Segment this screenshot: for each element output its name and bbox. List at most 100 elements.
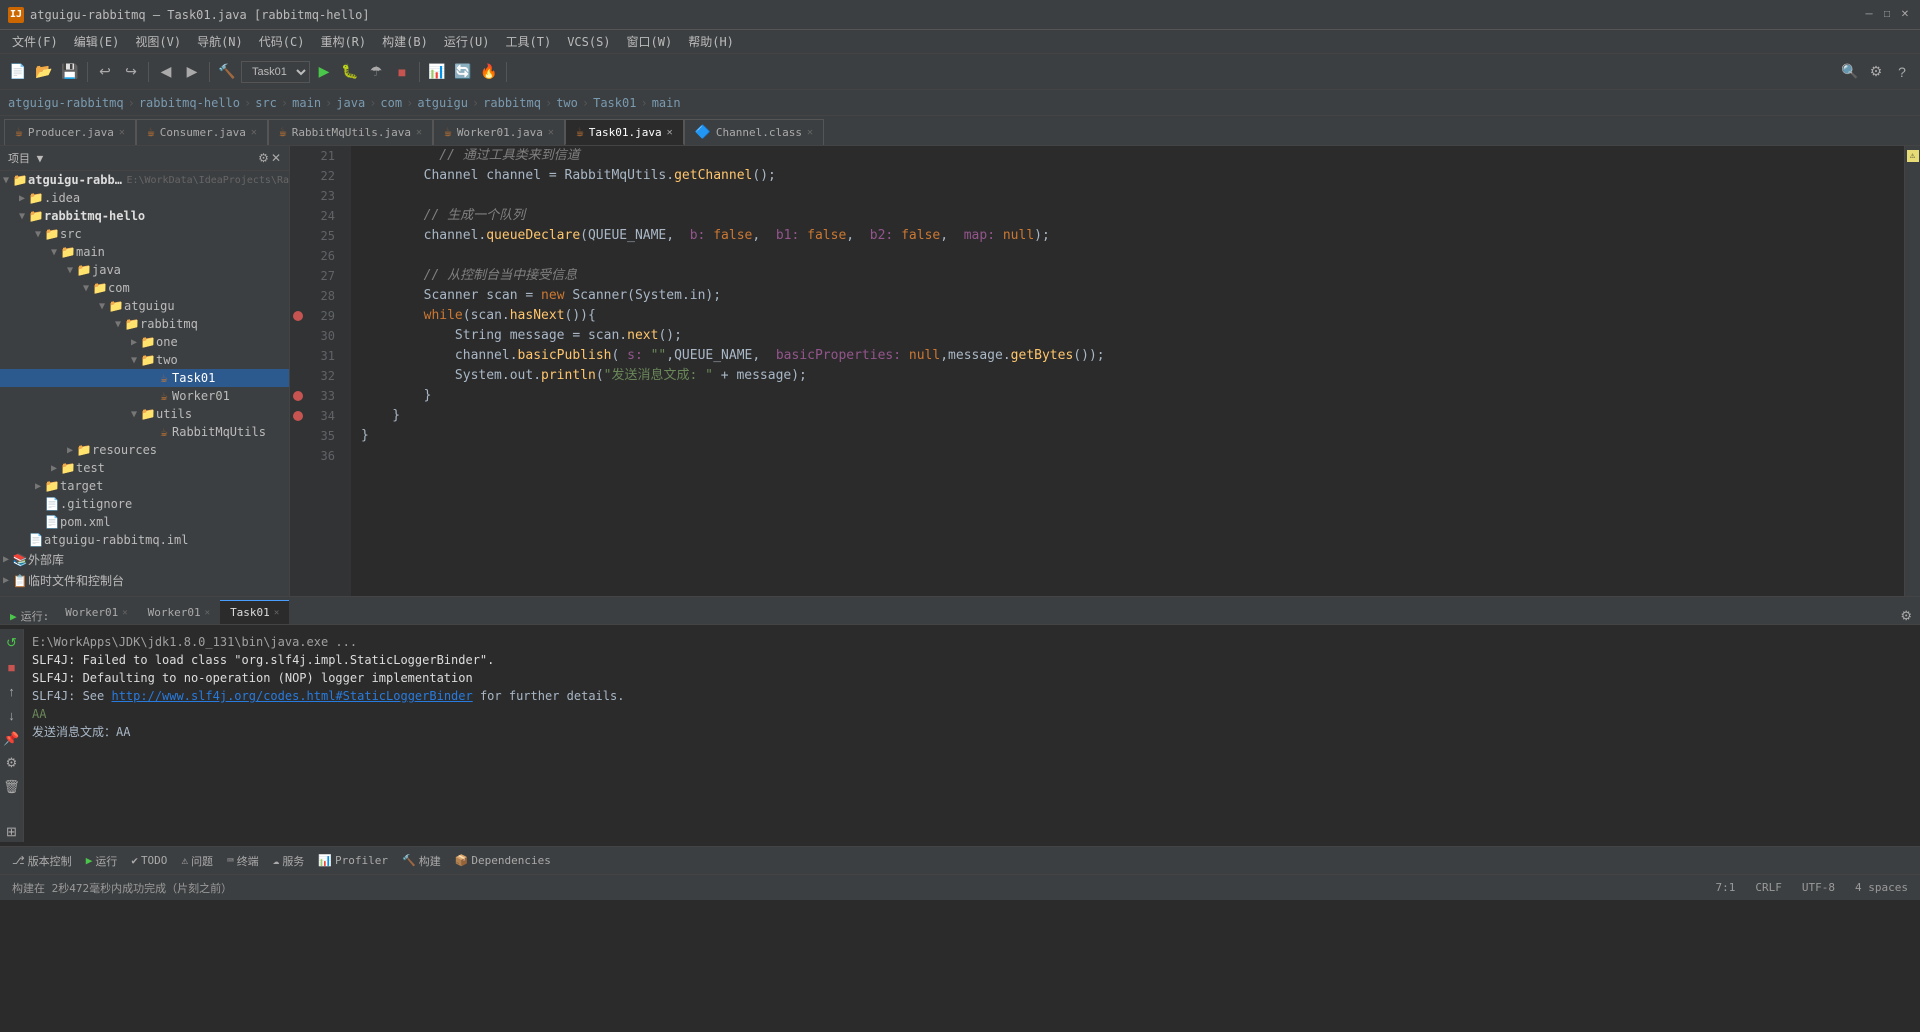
tab-task01-close[interactable]: ✕ [667,127,673,138]
tab-channel-close[interactable]: ✕ [807,127,813,138]
breadcrumb-src[interactable]: src [255,96,277,110]
breadcrumb-main[interactable]: main [292,96,321,110]
toolbar-build[interactable]: 🔨 [215,60,239,84]
tree-item-external-libs[interactable]: ▶ 📚 外部库 [0,549,289,570]
run-config-dropdown[interactable]: Task01 [241,61,310,83]
breadcrumb-com[interactable]: com [380,96,402,110]
tree-item-task01[interactable]: ☕ Task01 [0,369,289,387]
toolbar-forward[interactable]: ▶ [180,60,204,84]
tree-item-one[interactable]: ▶ 📁 one [0,333,289,351]
bottom-tab-worker01-1-close[interactable]: ✕ [122,608,127,618]
toolbar-todo[interactable]: ✔ TODO [125,852,173,869]
tree-item-utils[interactable]: ▼ 📁 utils [0,405,289,423]
tree-item-worker01[interactable]: ☕ Worker01 [0,387,289,405]
bp-34[interactable] [290,406,306,426]
menu-window[interactable]: 窗口(W) [619,31,681,52]
tab-task01[interactable]: ☕ Task01.java ✕ [565,119,684,145]
window-controls[interactable]: ─ □ ✕ [1862,8,1912,22]
toolbar-run-coverage[interactable]: ☂ [364,60,388,84]
tab-consumer-close[interactable]: ✕ [251,127,257,138]
tree-item-pomxml[interactable]: 📄 pom.xml [0,513,289,531]
tab-channel-class[interactable]: 🔷 Channel.class ✕ [684,119,824,145]
console-pin-button[interactable]: 📌 [2,729,22,749]
toolbar-help[interactable]: ? [1890,60,1914,84]
encoding[interactable]: UTF-8 [1798,881,1839,894]
tree-item-com[interactable]: ▼ 📁 com [0,279,289,297]
code-text-area[interactable]: // 通过工具类来到信道 Channel channel = RabbitMqU… [351,146,1904,596]
toolbar-undo[interactable]: ↩ [93,60,117,84]
toolbar-stop[interactable]: ■ [390,60,414,84]
toolbar-services[interactable]: ☁ 服务 [267,851,311,871]
toolbar-debug[interactable]: 🐛 [338,60,362,84]
menu-tools[interactable]: 工具(T) [498,31,560,52]
breadcrumb-method[interactable]: main [652,96,681,110]
toolbar-run-tab[interactable]: ▶ 运行 [80,851,124,871]
bottom-tab-worker01-1[interactable]: Worker01 ✕ [55,600,137,624]
toolbar-run[interactable]: ▶ [312,60,336,84]
toolbar-new-file[interactable]: 📄 [6,60,30,84]
tree-item-two[interactable]: ▼ 📁 two [0,351,289,369]
tree-item-scratches[interactable]: ▶ 📋 临时文件和控制台 [0,570,289,591]
menu-vcs[interactable]: VCS(S) [559,33,618,51]
menu-file[interactable]: 文件(F) [4,31,66,52]
bp-29[interactable] [290,306,306,326]
toolbar-redo[interactable]: ↪ [119,60,143,84]
bottom-tab-worker01-2-close[interactable]: ✕ [205,608,210,618]
tab-producer-close[interactable]: ✕ [119,127,125,138]
tree-item-rabbitmq[interactable]: ▼ 📁 rabbitmq [0,315,289,333]
minimize-button[interactable]: ─ [1862,8,1876,22]
toolbar-settings[interactable]: ⚙ [1864,60,1888,84]
code-editor[interactable]: 21 22 23 24 25 26 27 28 29 30 31 32 33 3… [290,146,1920,596]
menu-build[interactable]: 构建(B) [374,31,436,52]
tree-item-idea[interactable]: ▶ 📁 .idea [0,189,289,207]
tree-item-src[interactable]: ▼ 📁 src [0,225,289,243]
tab-rabbitmqutils-close[interactable]: ✕ [416,127,422,138]
toolbar-version-control[interactable]: ⎇ 版本控制 [6,851,78,871]
toolbar-save[interactable]: 💾 [58,60,82,84]
toolbar-back[interactable]: ◀ [154,60,178,84]
menu-refactor[interactable]: 重构(R) [312,31,374,52]
tab-producer[interactable]: ☕ Producer.java ✕ [4,119,136,145]
console-settings-button[interactable]: ⚙ [2,753,22,773]
breadcrumb-project[interactable]: atguigu-rabbitmq [8,96,124,110]
menu-help[interactable]: 帮助(H) [680,31,742,52]
warning-indicator[interactable]: ⚠ [1907,150,1919,162]
toolbar-terminal[interactable]: ⌨ 终端 [221,851,265,871]
bottom-tab-worker01-2[interactable]: Worker01 ✕ [138,600,220,624]
tree-item-rabbitmq-hello[interactable]: ▼ 📁 rabbitmq-hello [0,207,289,225]
toolbar-profile[interactable]: 📊 [425,60,449,84]
tree-item-gitignore[interactable]: 📄 .gitignore [0,495,289,513]
bp-33[interactable] [290,386,306,406]
console-scroll-down-button[interactable]: ↓ [2,705,22,725]
toolbar-profiler[interactable]: 📊 Profiler [312,852,394,869]
menu-navigate[interactable]: 导航(N) [189,31,251,52]
tab-worker01[interactable]: ☕ Worker01.java ✕ [433,119,565,145]
tab-worker01-close[interactable]: ✕ [548,127,554,138]
bottom-tab-task01[interactable]: Task01 ✕ [220,600,289,624]
console-clear-button[interactable]: 🗑 [2,777,22,797]
breadcrumb-module[interactable]: rabbitmq-hello [139,96,240,110]
breadcrumb-java[interactable]: java [336,96,365,110]
toolbar-reload[interactable]: 🔄 [451,60,475,84]
close-button[interactable]: ✕ [1898,8,1912,22]
tree-item-target[interactable]: ▶ 📁 target [0,477,289,495]
tree-item-rabbitmqutils[interactable]: ☕ RabbitMqUtils [0,423,289,441]
toolbar-build-tab[interactable]: 🔨 构建 [396,851,447,871]
breadcrumb-task01[interactable]: Task01 [593,96,636,110]
console-layout-button[interactable]: ⊞ [2,822,22,842]
tree-item-root[interactable]: ▼ 📁 atguigu-rabbitmq E:\WorkData\IdeaPro… [0,171,289,189]
tree-item-test[interactable]: ▶ 📁 test [0,459,289,477]
toolbar-problems[interactable]: ⚠ 问题 [175,851,219,871]
tree-item-java[interactable]: ▼ 📁 java [0,261,289,279]
menu-code[interactable]: 代码(C) [251,31,313,52]
menu-view[interactable]: 视图(V) [127,31,189,52]
toolbar-dependencies[interactable]: 📦 Dependencies [449,852,557,869]
breadcrumb-rabbitmq[interactable]: rabbitmq [483,96,541,110]
console-scroll-up-button[interactable]: ↑ [2,681,22,701]
sidebar-close-button[interactable]: ✕ [271,151,281,165]
tree-item-atguigu[interactable]: ▼ 📁 atguigu [0,297,289,315]
console-rerun-button[interactable]: ↺ [2,633,22,653]
bottom-settings-button[interactable]: ⚙ [1900,608,1912,624]
tree-item-iml[interactable]: 📄 atguigu-rabbitmq.iml [0,531,289,549]
toolbar-open[interactable]: 📂 [32,60,56,84]
